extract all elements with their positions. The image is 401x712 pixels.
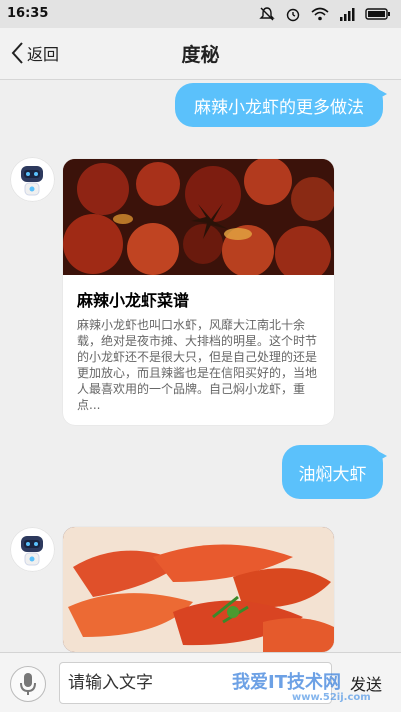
- user-message[interactable]: 麻辣小龙虾的更多做法: [175, 83, 387, 127]
- user-message-text: 麻辣小龙虾的更多做法: [194, 97, 364, 118]
- status-bar: 16:35: [0, 0, 401, 28]
- voice-button[interactable]: [10, 666, 46, 702]
- watermark: 我爱IT技术网 www.52ij.com: [232, 668, 371, 703]
- page-title: 度秘: [181, 44, 220, 66]
- avatar[interactable]: [10, 527, 55, 572]
- recipe-card[interactable]: 麻辣小龙虾菜谱 麻辣小龙虾也叫口水虾，风靡大江南北十余载，绝对是夜市摊、大排档的…: [63, 159, 334, 425]
- user-message[interactable]: 油焖大虾: [282, 445, 387, 499]
- avatar[interactable]: [10, 157, 55, 202]
- watermark-url: www.52ij.com: [292, 692, 371, 703]
- recipe-image: [63, 159, 334, 275]
- microphone-icon: [20, 673, 36, 695]
- app-header: 返回 度秘: [0, 28, 401, 80]
- mute-icon: [259, 7, 275, 21]
- recipe-card-title: 麻辣小龙虾菜谱: [77, 291, 190, 310]
- status-icons: [259, 6, 391, 22]
- recipe-image: [63, 527, 334, 652]
- wifi-icon: [311, 7, 329, 21]
- robot-avatar-icon: [10, 527, 55, 572]
- user-message-text: 油焖大虾: [298, 464, 367, 485]
- battery-icon: [365, 8, 390, 20]
- recipe-card[interactable]: [63, 527, 334, 652]
- signal-icon: [340, 8, 355, 21]
- robot-avatar-icon: [10, 157, 55, 202]
- chat-area[interactable]: 麻辣小龙虾的更多做法 麻辣小龙虾菜谱 麻辣小龙虾也叫口水虾，风靡大江南北十余载，…: [0, 81, 401, 652]
- alarm-icon: [286, 8, 300, 22]
- watermark-text: 我爱IT技术网: [232, 672, 341, 693]
- status-time: 16:35: [7, 6, 49, 21]
- recipe-card-text: 麻辣小龙虾也叫口水虾，风靡大江南北十余载，绝对是夜市摊、大排档的明星。这个时节的…: [77, 318, 318, 412]
